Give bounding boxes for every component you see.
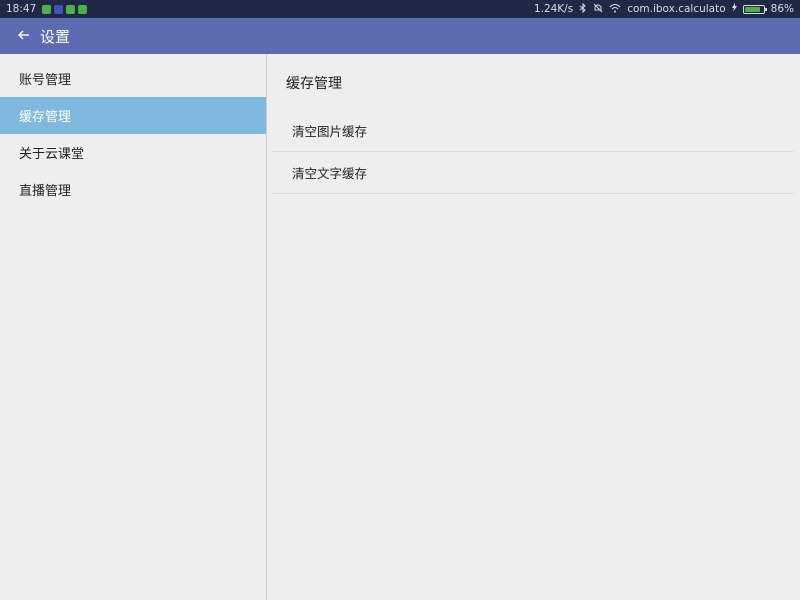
network-speed: 1.24K/s [533,3,574,15]
sidebar-item-about[interactable]: 关于云课堂 [0,134,266,171]
notification-icon [78,4,88,14]
clear-text-cache-item[interactable]: 清空文字缓存 [272,152,794,194]
arrow-left-icon [17,27,31,46]
sidebar-item-label: 关于云课堂 [19,147,85,162]
list-item-label: 清空图片缓存 [292,124,368,139]
settings-sidebar: 账号管理 缓存管理 关于云课堂 直播管理 [0,54,267,600]
app-name: com.ibox.calculato [627,3,726,15]
status-bar: 18:47 1.24K/s com.ibox.calculato 86% [0,0,800,18]
status-time: 18:47 [6,3,37,15]
sidebar-item-live[interactable]: 直播管理 [0,171,266,208]
sidebar-item-cache[interactable]: 缓存管理 [0,97,266,134]
list-item-label: 清空文字缓存 [292,166,368,181]
clear-image-cache-item[interactable]: 清空图片缓存 [272,110,794,152]
notification-icon [54,4,64,14]
page-title: 设置 [40,27,71,46]
sidebar-item-label: 缓存管理 [19,110,72,125]
sidebar-item-account[interactable]: 账号管理 [0,60,266,97]
bluetooth-icon [579,2,587,16]
section-title: 缓存管理 [286,76,342,92]
app-toolbar: 设置 [0,18,800,54]
cache-settings-panel: 缓存管理 清空图片缓存 清空文字缓存 [272,54,794,600]
mute-bell-icon [593,3,603,16]
battery-percent: 86% [770,3,794,15]
notification-icons [42,4,88,14]
battery-icon [742,4,767,14]
charging-icon [731,3,737,15]
wifi-icon [609,3,621,16]
sidebar-item-label: 账号管理 [19,73,72,88]
back-button[interactable] [6,18,42,54]
notification-icon [42,4,52,14]
sidebar-item-label: 直播管理 [19,184,72,199]
notification-icon [66,4,76,14]
